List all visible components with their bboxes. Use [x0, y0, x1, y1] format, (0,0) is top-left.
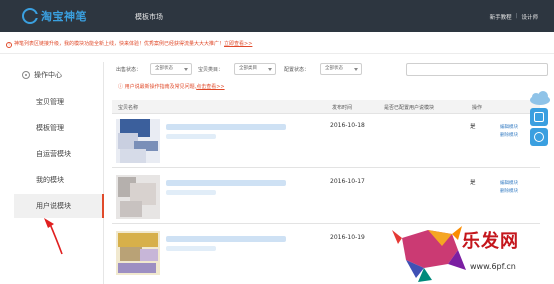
feedback-button[interactable] — [530, 108, 548, 126]
logo[interactable]: 淘宝神笔 — [22, 7, 87, 25]
table-header: 宝贝名称 发布时间 是否已配置用户说模块 操作 — [112, 100, 540, 114]
item-subtitle-blurred — [166, 190, 216, 195]
guide-tip-link[interactable]: 点击查看>> — [196, 84, 224, 90]
configured-status: 是 — [470, 124, 476, 130]
notice-view-now-link[interactable]: 立即查看>> — [224, 41, 252, 47]
sale-status-select[interactable]: 全部状态 — [150, 63, 192, 75]
item-thumbnail[interactable] — [116, 119, 160, 163]
sidebar-title: 操作中心 — [22, 70, 62, 80]
item-category-select[interactable]: 全部类目 — [234, 63, 276, 75]
sidebar-item-self-operated-module[interactable]: 自运营模块 — [14, 142, 104, 166]
notice-text-wrap: ! 神笔列表区链接升级，我的模块功能全新上线，快来体验！优秀案例已经获得流量大大大… — [6, 40, 252, 48]
guide-tip: ⓘ 用户说最新操作指南及常见问题,点击查看>> — [118, 83, 225, 90]
alert-icon: ⓘ — [118, 84, 125, 90]
header-links: 新手教程 | 设计师 — [490, 13, 538, 21]
item-subtitle-blurred — [166, 246, 216, 251]
history-button[interactable] — [530, 128, 548, 146]
chevron-down-icon — [184, 68, 188, 71]
watermark-brand: 乐发网 — [462, 231, 519, 252]
config-status-select[interactable]: 全部状态 — [320, 63, 362, 75]
item-title-blurred[interactable] — [166, 124, 286, 130]
item-title-blurred[interactable] — [166, 236, 286, 242]
config-status-label: 配置状态： — [284, 67, 310, 73]
item-thumbnail[interactable] — [116, 231, 160, 275]
annotation-arrow — [44, 218, 63, 255]
item-category-value: 全部类目 — [239, 66, 257, 71]
guide-tip-text: 用户说最新操作指南及常见问题, — [124, 84, 197, 90]
top-nav-bar: 淘宝神笔 模板市场 新手教程 | 设计师 — [0, 0, 554, 32]
col-actions: 操作 — [472, 105, 483, 111]
publish-date: 2016-10-17 — [330, 178, 365, 185]
sidebar-item-item-management[interactable]: 宝贝管理 — [14, 90, 104, 114]
filter-bar: 出售状态： 全部状态 宝贝类目： 全部类目 配置状态： 全部状态 — [116, 63, 548, 77]
item-category-label: 宝贝类目： — [198, 67, 224, 73]
delete-module-link[interactable]: 删除模块 — [500, 132, 518, 138]
col-publish-time: 发布时间 — [332, 105, 353, 111]
clock-icon — [534, 132, 544, 142]
col-item-name: 宝贝名称 — [118, 105, 139, 111]
edit-module-link[interactable]: 编辑模块 — [500, 124, 518, 130]
table-row: 2016-10-18 是 编辑模块 删除模块 — [112, 116, 540, 168]
notice-message: 神笔列表区链接升级，我的模块功能全新上线，快来体验！优秀案例已经获得流量大大大推… — [14, 41, 225, 47]
designer-link[interactable]: 设计师 — [521, 13, 538, 21]
chevron-down-icon — [268, 68, 272, 71]
message-icon — [534, 112, 544, 122]
notice-bar: ! 神笔列表区链接升级，我的模块功能全新上线，快来体验！优秀案例已经获得流量大大大… — [0, 32, 554, 54]
item-thumbnail[interactable] — [116, 175, 160, 219]
config-status-value: 全部状态 — [325, 66, 343, 71]
logo-text: 淘宝神笔 — [41, 10, 87, 23]
publish-date: 2016-10-18 — [330, 122, 365, 129]
item-subtitle-blurred — [166, 134, 216, 139]
sale-status-label: 出售状态： — [116, 67, 142, 73]
table-row: 2016-10-17 是 编辑模块 删除模块 — [112, 172, 540, 224]
delete-module-link[interactable]: 删除模块 — [500, 188, 518, 194]
sidebar-item-template-management[interactable]: 模板管理 — [14, 116, 104, 140]
nav-template-market[interactable]: 模板市场 — [135, 12, 163, 22]
search-input[interactable] — [406, 63, 548, 76]
operation-center-icon — [22, 71, 30, 79]
logo-icon — [22, 8, 39, 24]
header-separator: | — [515, 13, 518, 19]
cloud-mascot-icon[interactable] — [528, 90, 552, 106]
col-configured: 是否已配置用户说模块 — [384, 105, 435, 111]
publish-date: 2016-10-19 — [330, 234, 365, 241]
alert-icon: ! — [6, 42, 12, 48]
sidebar-title-label: 操作中心 — [34, 71, 62, 79]
sale-status-value: 全部状态 — [155, 66, 173, 71]
beginner-guide-link[interactable]: 新手教程 — [490, 13, 512, 21]
configured-status: 是 — [470, 180, 476, 186]
edit-module-link[interactable]: 编辑模块 — [500, 180, 518, 186]
watermark-url: www.6pf.cn — [470, 262, 516, 271]
sidebar-item-my-modules[interactable]: 我的模块 — [14, 168, 104, 192]
item-title-blurred[interactable] — [166, 180, 286, 186]
chevron-down-icon — [354, 68, 358, 71]
